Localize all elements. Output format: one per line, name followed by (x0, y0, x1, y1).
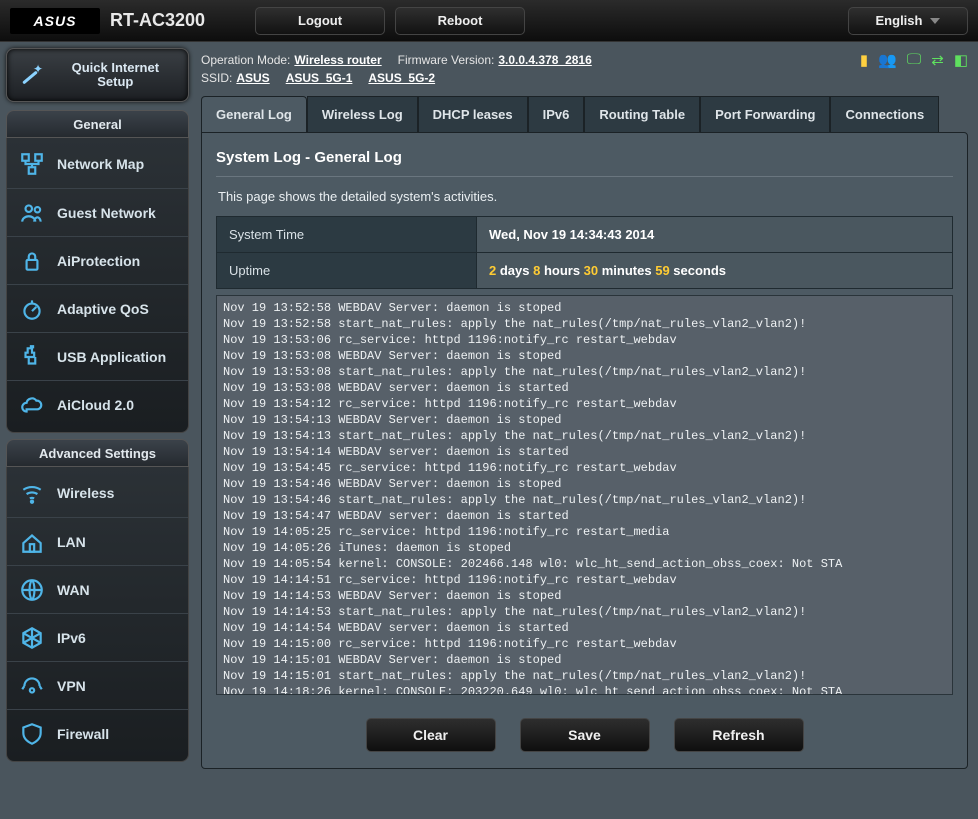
usb-icon[interactable]: ⇄ (931, 51, 944, 69)
system-log-textarea[interactable] (216, 295, 953, 695)
bulb-icon[interactable]: ▮ (860, 51, 868, 69)
reboot-button[interactable]: Reboot (395, 7, 525, 35)
ipv6-icon (19, 625, 45, 651)
tab-wireless-log[interactable]: Wireless Log (307, 96, 418, 132)
sidebar-item-label: VPN (57, 678, 86, 694)
adaptive-qos-icon (19, 296, 45, 322)
sidebar-item-wireless[interactable]: Wireless (7, 469, 188, 517)
tab-connections[interactable]: Connections (830, 96, 939, 132)
users-icon[interactable]: 👥 (878, 51, 897, 69)
uptime-label: Uptime (217, 253, 477, 289)
sidebar-item-label: Guest Network (57, 205, 156, 221)
wand-icon (17, 62, 43, 88)
fw-version-link[interactable]: 3.0.0.4.378_2816 (498, 53, 591, 67)
chevron-down-icon (930, 18, 940, 24)
model-label: RT-AC3200 (110, 10, 205, 31)
brand-logo: ASUS (10, 8, 100, 34)
tab-dhcp-leases[interactable]: DHCP leases (418, 96, 528, 132)
usb-application-icon (19, 344, 45, 370)
sidebar-item-aiprotection[interactable]: AiProtection (7, 236, 188, 284)
sidebar-item-label: LAN (57, 534, 86, 550)
ssid-link-0[interactable]: ASUS (236, 71, 269, 85)
refresh-button[interactable]: Refresh (674, 718, 804, 752)
sidebar-item-lan[interactable]: LAN (7, 517, 188, 565)
save-button[interactable]: Save (520, 718, 650, 752)
section-header-general: General (6, 110, 189, 138)
sidebar-item-vpn[interactable]: VPN (7, 661, 188, 709)
op-mode-label: Operation Mode: (201, 53, 290, 67)
language-selector[interactable]: English (848, 7, 968, 35)
wan-icon (19, 577, 45, 603)
panel-description: This page shows the detailed system's ac… (216, 177, 953, 216)
sidebar-item-guest-network[interactable]: Guest Network (7, 188, 188, 236)
sidebar-item-aicloud-2-0[interactable]: AiCloud 2.0 (7, 380, 188, 428)
aiprotection-icon (19, 248, 45, 274)
sidebar-item-label: Wireless (57, 485, 114, 501)
link-icon[interactable]: 🖵 (907, 51, 921, 69)
ssid-label: SSID: (201, 71, 232, 85)
qis-label: Quick Internet Setup (53, 61, 178, 89)
tab-ipv6[interactable]: IPv6 (528, 96, 585, 132)
sidebar-item-label: AiCloud 2.0 (57, 397, 134, 413)
section-header-advanced: Advanced Settings (6, 439, 189, 467)
wireless-icon (19, 480, 45, 506)
system-time-label: System Time (217, 217, 477, 253)
sidebar-item-usb-application[interactable]: USB Application (7, 332, 188, 380)
ssid-link-1[interactable]: ASUS_5G-1 (286, 71, 353, 85)
guest-network-icon (19, 200, 45, 226)
vpn-icon (19, 673, 45, 699)
signal-icon[interactable]: ◧ (954, 51, 968, 69)
op-mode-link[interactable]: Wireless router (294, 53, 381, 67)
sidebar-item-label: IPv6 (57, 630, 86, 646)
sidebar-item-label: WAN (57, 582, 90, 598)
aicloud-2-0-icon (19, 392, 45, 418)
sidebar-item-ipv6[interactable]: IPv6 (7, 613, 188, 661)
sidebar-item-wan[interactable]: WAN (7, 565, 188, 613)
uptime-value: 2 days 8 hours 30 minutes 59 seconds (477, 253, 953, 289)
network-map-icon (19, 151, 45, 177)
sidebar-item-label: Network Map (57, 156, 144, 172)
fw-label: Firmware Version: (398, 53, 495, 67)
sidebar-item-label: USB Application (57, 349, 166, 365)
clear-button[interactable]: Clear (366, 718, 496, 752)
lan-icon (19, 529, 45, 555)
ssid-link-2[interactable]: ASUS_5G-2 (368, 71, 435, 85)
quick-internet-setup-button[interactable]: Quick Internet Setup (6, 48, 189, 102)
sidebar-item-label: Firewall (57, 726, 109, 742)
sidebar-item-firewall[interactable]: Firewall (7, 709, 188, 757)
sidebar-item-label: Adaptive QoS (57, 301, 149, 317)
language-label: English (876, 13, 923, 28)
firewall-icon (19, 721, 45, 747)
tab-port-forwarding[interactable]: Port Forwarding (700, 96, 830, 132)
tab-routing-table[interactable]: Routing Table (584, 96, 700, 132)
logout-button[interactable]: Logout (255, 7, 385, 35)
system-time-value: Wed, Nov 19 14:34:43 2014 (477, 217, 953, 253)
tab-general-log[interactable]: General Log (201, 96, 307, 132)
sidebar-item-network-map[interactable]: Network Map (7, 140, 188, 188)
sidebar-item-adaptive-qos[interactable]: Adaptive QoS (7, 284, 188, 332)
sidebar-item-label: AiProtection (57, 253, 140, 269)
panel-title: System Log - General Log (216, 149, 953, 177)
